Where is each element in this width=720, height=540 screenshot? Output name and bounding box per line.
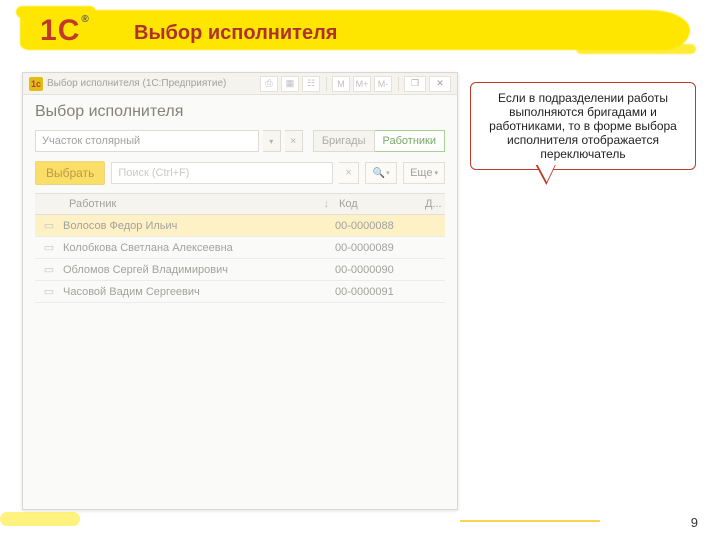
titlebar-sep2 (398, 77, 399, 91)
page-number: 9 (691, 515, 698, 530)
titlebar-m[interactable]: M (332, 76, 350, 92)
unit-clear-icon[interactable]: × (285, 130, 303, 152)
footer-accent (0, 512, 80, 526)
seg-workers[interactable]: Работники (375, 130, 445, 152)
row-code: 00-0000091 (335, 286, 425, 298)
grid-body: ▭ Волосов Федор Ильич 00-0000088 ▭ Колоб… (23, 215, 457, 303)
logo: 1С® (40, 14, 89, 48)
chevron-down-icon: ▾ (434, 169, 438, 177)
callout-text: Если в подразделении работы выполняются … (489, 91, 677, 161)
row-code: 00-0000090 (335, 264, 425, 276)
titlebar-tool-calendar-icon[interactable]: ☷ (302, 76, 320, 92)
seg-brigades[interactable]: Бригады (313, 130, 375, 152)
row-name: Часовой Вадим Сергеевич (63, 286, 335, 298)
col-worker[interactable]: Работник (35, 198, 335, 210)
unit-dropdown-icon[interactable]: ▾ (263, 130, 281, 152)
app-window: 1c Выбор исполнителя (1С:Предприятие) ⎙ … (22, 72, 458, 510)
titlebar-sep (326, 77, 327, 91)
row-name: Обломов Сергей Владимирович (63, 264, 335, 276)
titlebar: 1c Выбор исполнителя (1С:Предприятие) ⎙ … (23, 73, 457, 95)
search-go-button[interactable]: 🔍▾ (365, 162, 397, 184)
table-row[interactable]: ▭ Обломов Сергей Владимирович 00-0000090 (35, 259, 445, 281)
window-title: Выбор исполнителя (1С:Предприятие) (47, 78, 257, 89)
row-icon: ▭ (35, 285, 63, 298)
table-row[interactable]: ▭ Часовой Вадим Сергеевич 00-0000091 (35, 281, 445, 303)
row-icon: ▭ (35, 219, 63, 232)
row-name: Волосов Федор Ильич (63, 220, 335, 232)
table-row[interactable]: ▭ Колобкова Светлана Алексеевна 00-00000… (35, 237, 445, 259)
brush-bg (20, 10, 690, 50)
row-code: 00-0000088 (335, 220, 425, 232)
col-d[interactable]: Д... (425, 198, 445, 210)
search-placeholder: Поиск (Ctrl+F) (118, 167, 189, 179)
row-code: 00-0000089 (335, 242, 425, 254)
more-label: Еще (410, 167, 432, 179)
titlebar-maximize[interactable]: ❐ (404, 76, 426, 92)
search-input[interactable]: Поиск (Ctrl+F) (111, 162, 333, 184)
titlebar-tool-calc-icon[interactable]: ▦ (281, 76, 299, 92)
more-button[interactable]: Еще ▾ (403, 162, 445, 184)
callout: Если в подразделении работы выполняются … (470, 82, 696, 170)
titlebar-mp[interactable]: M+ (353, 76, 371, 92)
mode-switch: Бригады Работники (313, 130, 445, 152)
search-clear-icon[interactable]: × (339, 162, 359, 184)
titlebar-close[interactable]: ✕ (429, 76, 451, 92)
col-code[interactable]: Код (335, 198, 425, 210)
search-icon: 🔍 (373, 168, 385, 179)
footer-accent (460, 520, 600, 522)
chevron-down-icon: ▾ (386, 169, 390, 177)
unit-value: Участок столярный (42, 135, 140, 147)
row-icon: ▭ (35, 263, 63, 276)
unit-combo[interactable]: Участок столярный (35, 130, 259, 152)
row-name: Колобкова Светлана Алексеевна (63, 242, 335, 254)
form-title: Выбор исполнителя (23, 95, 457, 127)
titlebar-tool-print-icon[interactable]: ⎙ (260, 76, 278, 92)
row-icon: ▭ (35, 241, 63, 254)
table-row[interactable]: ▭ Волосов Федор Ильич 00-0000088 (35, 215, 445, 237)
slide-title: Выбор исполнителя (134, 22, 337, 45)
titlebar-mm[interactable]: M- (374, 76, 392, 92)
select-button[interactable]: Выбрать (35, 161, 105, 185)
app-icon: 1c (29, 77, 43, 91)
grid-header: Работник Код Д... (35, 193, 445, 215)
